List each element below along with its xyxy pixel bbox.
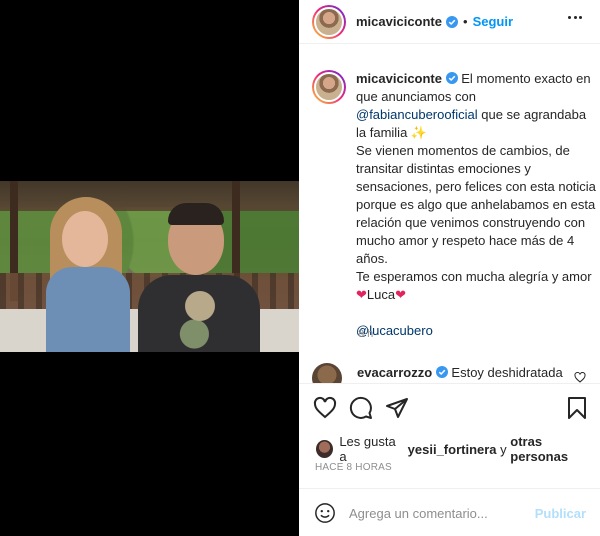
video-man-figure <box>138 199 260 352</box>
post-media[interactable] <box>0 0 299 536</box>
liker-avatar <box>316 440 334 458</box>
heart-emoji: ❤ <box>356 287 367 302</box>
post-timestamp[interactable]: HACE 8 HORAS <box>315 462 392 473</box>
verified-badge-icon <box>446 15 458 28</box>
caption-author-avatar[interactable] <box>312 70 346 104</box>
caption-line-4: Te esperamos con mucha alegría y amor <box>356 269 592 284</box>
commenter-username[interactable]: evacarrozzo <box>357 365 432 380</box>
action-bar <box>299 392 600 424</box>
likes-conjunction: y <box>500 441 507 457</box>
more-options-icon[interactable] <box>568 16 582 20</box>
share-send-icon[interactable] <box>385 396 409 420</box>
video-player[interactable] <box>0 181 299 352</box>
comment-text-block: evacarrozzo Estoy deshidratada <box>357 365 563 380</box>
likes-summary: Les gusta a yesii_fortinera y otras pers… <box>316 434 600 464</box>
sparkles-emoji: ✨ <box>410 125 428 140</box>
bookmark-icon[interactable] <box>565 396 589 420</box>
publish-button[interactable]: Publicar <box>535 506 586 521</box>
caption-line-3: Se vienen momentos de cambios, de transi… <box>356 143 596 266</box>
liker-username[interactable]: yesii_fortinera <box>408 442 497 457</box>
comment-item: evacarrozzo Estoy deshidratada <box>312 363 563 383</box>
video-woman-figure <box>36 197 136 352</box>
post-header: micaviciconte • Seguir <box>299 0 600 44</box>
like-heart-icon[interactable] <box>313 396 337 420</box>
emoji-icon[interactable] <box>314 502 336 524</box>
verified-badge-icon <box>435 366 448 378</box>
caption-username[interactable]: micaviciconte <box>356 71 442 86</box>
heart-emoji: ❤ <box>395 287 407 302</box>
comments-section[interactable]: micaviciconte El momento exacto en que a… <box>299 44 600 384</box>
comment-bubble-icon[interactable] <box>349 396 373 420</box>
mention-link[interactable]: @fabiancuberooficial <box>356 107 478 122</box>
comment-text: Estoy deshidratada <box>451 365 563 380</box>
post-side-panel: micaviciconte • Seguir micaviciconte El … <box>299 0 600 536</box>
commenter-avatar[interactable] <box>312 363 342 383</box>
caption-time[interactable]: 8 h <box>358 328 373 340</box>
verified-badge-icon <box>445 72 458 84</box>
add-comment-bar: Publicar <box>299 488 600 536</box>
comment-like-icon[interactable] <box>574 372 586 383</box>
caption-text: micaviciconte El momento exacto en que a… <box>356 70 596 340</box>
author-avatar[interactable] <box>312 4 346 39</box>
author-username[interactable]: micaviciconte <box>356 14 442 29</box>
likes-others-link[interactable]: otras personas <box>510 434 600 464</box>
likes-prefix: Les gusta a <box>339 434 396 464</box>
baby-name: Luca <box>366 287 396 302</box>
comment-input[interactable] <box>349 502 529 524</box>
post-caption: micaviciconte El momento exacto en que a… <box>312 70 596 340</box>
follow-button[interactable]: Seguir <box>473 14 513 29</box>
header-separator: • <box>463 14 468 29</box>
